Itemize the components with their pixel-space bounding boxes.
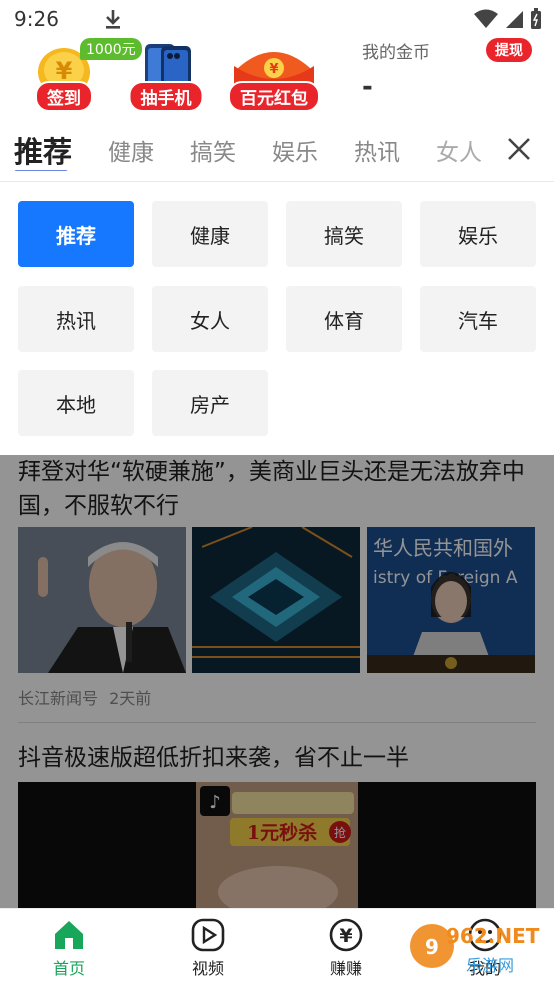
- svg-text:♪: ♪: [209, 792, 221, 813]
- my-gold[interactable]: 我的金币 提现 -: [362, 38, 532, 114]
- red-packet-reward[interactable]: ¥ 百元红包: [224, 38, 324, 114]
- watermark-sub: 乐游网: [466, 956, 515, 975]
- video-play-icon: [190, 917, 226, 953]
- article-time: 2天前: [109, 689, 152, 708]
- nav-video[interactable]: 视频: [163, 917, 253, 979]
- channel-chip-local[interactable]: 本地: [18, 370, 134, 436]
- battery-icon: [531, 8, 541, 29]
- svg-text:¥: ¥: [269, 62, 278, 77]
- nav-home-label: 首页: [52, 959, 85, 978]
- site-watermark: 9 962.NET 乐游网: [408, 914, 548, 980]
- channel-chip-health[interactable]: 健康: [152, 201, 268, 267]
- rewards-bar: ¥ 1000元 签到 抽手机 ¥ 百元红包 我的金币 提现 -: [0, 38, 554, 118]
- article-thumbnail: [192, 527, 360, 673]
- channel-chip-cars[interactable]: 汽车: [420, 286, 536, 352]
- channel-chip-entertainment[interactable]: 娱乐: [420, 201, 536, 267]
- wifi-icon: [474, 9, 498, 28]
- svg-text:华人民共和国外: 华人民共和国外: [373, 536, 513, 560]
- news-feed: 拜登对华“软硬兼施”，美商业巨头还是无法放弃中国，不服软不行 华人民共和国外 is…: [0, 455, 554, 909]
- svg-text:9: 9: [425, 935, 439, 959]
- nav-home[interactable]: 首页: [24, 917, 114, 979]
- article-thumbnail: 华人民共和国外 istry of Foreign A: [367, 527, 535, 673]
- gold-value: -: [362, 72, 373, 102]
- channel-chip-sports[interactable]: 体育: [286, 286, 402, 352]
- status-time: 9:26: [14, 7, 59, 31]
- channel-tabs: 推荐 健康 搞笑 娱乐 热讯 女人: [0, 118, 554, 182]
- channel-chip-funny[interactable]: 搞笑: [286, 201, 402, 267]
- channel-chip-real-estate[interactable]: 房产: [152, 370, 268, 436]
- article-meta: 长江新闻号 2天前: [18, 685, 151, 709]
- close-icon[interactable]: [506, 136, 532, 162]
- signal-icon: [506, 11, 523, 28]
- watermark-brand: 962.NET: [446, 924, 540, 948]
- channel-grid-panel: 推荐 健康 搞笑 娱乐 热讯 女人 体育 汽车 本地 房产: [0, 183, 554, 455]
- nav-earn[interactable]: ¥ 赚赚: [301, 917, 391, 979]
- home-icon: [51, 917, 87, 953]
- svg-text:¥: ¥: [339, 925, 352, 947]
- phone-lottery-reward[interactable]: 抽手机: [118, 38, 214, 114]
- checkin-label: 签到: [35, 81, 93, 112]
- article-video[interactable]: ♪ 1元秒杀 抢: [18, 782, 536, 909]
- status-bar: 9:26: [0, 0, 554, 38]
- gold-label: 我的金币: [362, 43, 430, 63]
- download-icon: [103, 8, 123, 30]
- tab-entertainment[interactable]: 娱乐: [272, 133, 318, 167]
- article-thumbnail: [18, 527, 186, 673]
- nav-video-label: 视频: [191, 959, 224, 978]
- tab-row: 推荐 健康 搞笑 娱乐 热讯 女人: [0, 129, 494, 171]
- withdraw-button[interactable]: 提现: [486, 38, 532, 62]
- tab-women[interactable]: 女人: [436, 133, 482, 167]
- red-packet-label: 百元红包: [228, 81, 320, 112]
- checkin-reward[interactable]: ¥ 1000元 签到: [16, 38, 142, 114]
- channel-chip-women[interactable]: 女人: [152, 286, 268, 352]
- nav-earn-label: 赚赚: [329, 959, 362, 978]
- svg-text:抢: 抢: [334, 825, 346, 840]
- channel-chip-recommend[interactable]: 推荐: [18, 201, 134, 267]
- svg-text:1元秒杀: 1元秒杀: [247, 821, 317, 844]
- article-title: 抖音极速版超低折扣来袭，省不止一半: [18, 745, 409, 771]
- divider: [18, 722, 536, 723]
- yuan-coin-icon: ¥: [328, 917, 364, 953]
- status-icons: [474, 8, 542, 30]
- tab-health[interactable]: 健康: [108, 133, 154, 167]
- tab-hot-news[interactable]: 热讯: [354, 133, 400, 167]
- tab-recommend[interactable]: 推荐: [14, 129, 72, 171]
- article-source: 长江新闻号: [18, 689, 99, 708]
- article-title: 拜登对华“软硬兼施”，美商业巨头还是无法放弃中国，不服软不行: [18, 459, 525, 519]
- tab-funny[interactable]: 搞笑: [190, 133, 236, 167]
- phone-lottery-label: 抽手机: [128, 81, 204, 112]
- channel-chip-hot-news[interactable]: 热讯: [18, 286, 134, 352]
